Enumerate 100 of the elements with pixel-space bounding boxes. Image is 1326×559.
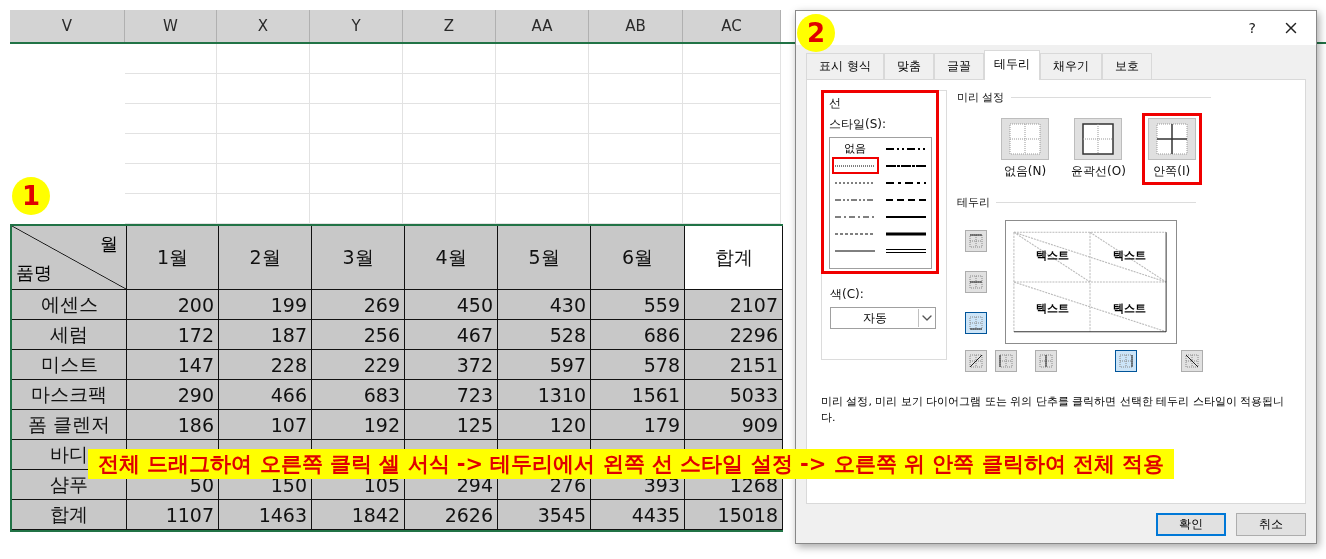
preset-button[interactable]: 윤곽선(O) — [1065, 113, 1132, 185]
table-cell: 2626 — [405, 500, 498, 530]
help-text: 미리 설정, 미리 보기 다이어그램 또는 위의 단추를 클릭하면 선택한 테두리 스타일이 적용됩니다. — [821, 394, 1286, 426]
empty-cell[interactable] — [589, 74, 683, 104]
table-cell: 686 — [591, 320, 685, 350]
empty-cell[interactable] — [683, 104, 781, 134]
empty-cell[interactable] — [589, 44, 683, 74]
column-header[interactable]: Y — [310, 10, 403, 42]
empty-cell[interactable] — [125, 194, 217, 224]
empty-cell[interactable] — [310, 164, 403, 194]
empty-cell[interactable] — [125, 74, 217, 104]
border-toggle-button[interactable] — [995, 350, 1017, 372]
border-toggle-button[interactable] — [965, 271, 987, 293]
line-style-icon — [835, 179, 876, 186]
empty-cell[interactable] — [683, 194, 781, 224]
empty-cell[interactable] — [217, 164, 310, 194]
line-style-icon — [835, 213, 876, 220]
empty-cell[interactable] — [403, 74, 496, 104]
table-cell: 2151 — [685, 350, 783, 380]
tab[interactable]: 글꼴 — [933, 53, 984, 80]
empty-cell[interactable] — [403, 44, 496, 74]
empty-cell[interactable] — [217, 104, 310, 134]
empty-cell[interactable] — [310, 44, 403, 74]
column-header[interactable]: AC — [683, 10, 781, 42]
header-cell: 1월 — [127, 226, 219, 290]
empty-cell[interactable] — [125, 134, 217, 164]
column-header[interactable]: AA — [496, 10, 589, 42]
preset-button[interactable]: 안쪽(I) — [1141, 113, 1202, 185]
empty-cell[interactable] — [496, 134, 589, 164]
border-toggle-button[interactable] — [1181, 350, 1203, 372]
empty-cell[interactable] — [683, 74, 781, 104]
tab[interactable]: 채우기 — [1039, 53, 1102, 80]
line-style-icon — [885, 162, 926, 169]
preset-button[interactable]: 없음(N) — [995, 113, 1055, 185]
empty-cell[interactable] — [125, 44, 217, 74]
empty-cell[interactable] — [496, 194, 589, 224]
header-text: 월 — [100, 232, 118, 256]
column-header[interactable]: AB — [589, 10, 683, 42]
empty-cell[interactable] — [683, 164, 781, 194]
empty-cell[interactable] — [310, 134, 403, 164]
column-header[interactable]: X — [217, 10, 310, 42]
line-style-icon — [885, 213, 926, 220]
help-button[interactable]: ? — [1248, 20, 1256, 36]
header-cell: 합계 — [685, 226, 783, 290]
tab[interactable]: 맞춤 — [883, 53, 934, 80]
row-label-cell: 미스트 — [12, 350, 127, 380]
dialog-button[interactable]: 취소 — [1236, 513, 1306, 536]
border-toggle-button[interactable] — [965, 312, 987, 335]
empty-cell[interactable] — [683, 134, 781, 164]
dialog-button[interactable]: 확인 — [1156, 513, 1226, 536]
preset-icon — [1147, 118, 1196, 160]
empty-cell[interactable] — [217, 194, 310, 224]
color-dropdown[interactable]: 자동 — [830, 307, 936, 329]
border-toggle-button[interactable] — [965, 229, 987, 252]
border-toggle-button[interactable] — [1035, 350, 1057, 372]
row-label-cell: 합계 — [12, 500, 127, 530]
empty-cell[interactable] — [589, 194, 683, 224]
empty-cell[interactable] — [125, 164, 217, 194]
empty-cell[interactable] — [496, 44, 589, 74]
empty-cell[interactable] — [403, 194, 496, 224]
preview-label: 텍스트 — [1113, 248, 1146, 263]
empty-cell[interactable] — [403, 134, 496, 164]
empty-cell[interactable] — [589, 134, 683, 164]
table-cell: 2296 — [685, 320, 783, 350]
tab[interactable]: 보호 — [1101, 53, 1152, 80]
empty-cell[interactable] — [589, 104, 683, 134]
tab[interactable]: 테두리 — [983, 50, 1040, 80]
empty-cell[interactable] — [403, 104, 496, 134]
table-cell: 200 — [127, 290, 219, 320]
line-style-option[interactable]: 없음 — [832, 140, 879, 157]
border-preview[interactable]: 텍스트 텍스트 텍스트 텍스트 — [1005, 220, 1177, 344]
table-cell: 1463 — [219, 500, 312, 530]
empty-cell[interactable] — [683, 44, 781, 74]
table-cell: 1107 — [127, 500, 219, 530]
border-toggle-button[interactable] — [1115, 350, 1137, 372]
empty-cell[interactable] — [217, 74, 310, 104]
column-header[interactable]: W — [125, 10, 217, 42]
empty-cell[interactable] — [496, 74, 589, 104]
column-header[interactable]: Z — [403, 10, 496, 42]
table-cell: 430 — [498, 290, 591, 320]
header-text: 품명 — [16, 261, 52, 285]
table-cell: 1310 — [498, 380, 591, 410]
empty-cell[interactable] — [496, 104, 589, 134]
empty-cell[interactable] — [310, 194, 403, 224]
empty-cell[interactable] — [125, 104, 217, 134]
table-cell: 15018 — [685, 500, 783, 530]
empty-cell[interactable] — [589, 164, 683, 194]
empty-cell[interactable] — [310, 104, 403, 134]
table-cell: 466 — [219, 380, 312, 410]
line-style-icon — [835, 230, 876, 237]
border-toggle-button[interactable] — [965, 350, 987, 372]
column-header[interactable]: V — [10, 10, 125, 42]
empty-cell[interactable] — [496, 164, 589, 194]
table-cell: 107 — [219, 410, 312, 440]
tab[interactable]: 표시 형식 — [806, 53, 884, 80]
empty-cell[interactable] — [217, 134, 310, 164]
empty-cell[interactable] — [217, 44, 310, 74]
empty-cell[interactable] — [310, 74, 403, 104]
empty-cell[interactable] — [403, 164, 496, 194]
header-cell: 6월 — [591, 226, 685, 290]
